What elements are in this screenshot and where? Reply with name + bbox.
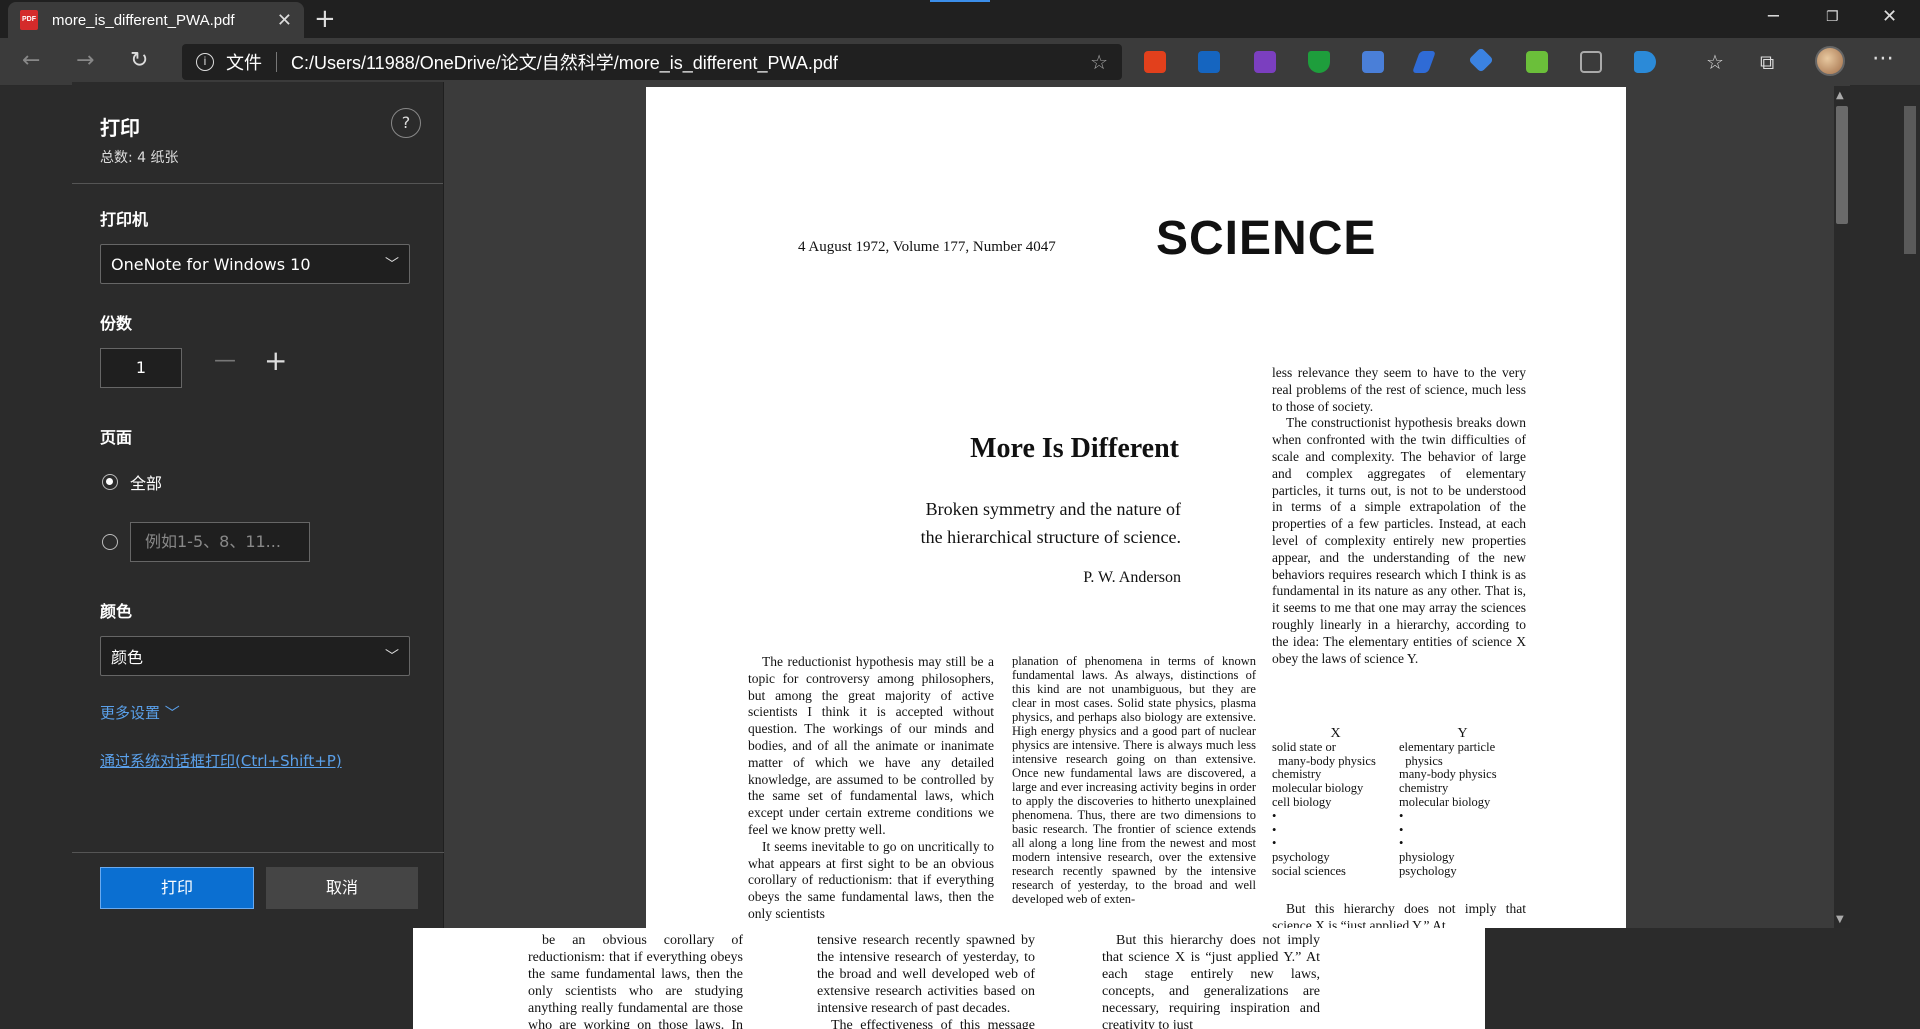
hierarchy-x-list: solid state or many-body physics chemist… bbox=[1272, 739, 1376, 878]
close-tab-icon[interactable]: ✕ bbox=[277, 10, 292, 31]
decrease-copies-button[interactable]: — bbox=[214, 348, 236, 373]
paragraph: less relevance they seem to have to the … bbox=[1272, 365, 1526, 414]
more-menu-icon[interactable]: ⋯ bbox=[1872, 46, 1896, 71]
back-icon[interactable]: ← bbox=[22, 48, 40, 73]
adblock-extension-icon[interactable] bbox=[1308, 51, 1330, 73]
forward-icon[interactable]: → bbox=[76, 48, 94, 73]
green-extension-icon[interactable] bbox=[1526, 51, 1548, 73]
printer-label: 打印机 bbox=[100, 210, 149, 229]
tab-bar: PDF more_is_different_PWA.pdf ✕ + ─ ❐ ✕ bbox=[0, 0, 1920, 38]
cancel-button[interactable]: 取消 bbox=[266, 867, 418, 909]
article-title: More Is Different bbox=[970, 433, 1179, 464]
favorite-star-icon[interactable]: ☆ bbox=[1090, 50, 1108, 75]
issue-date-line: 4 August 1972, Volume 177, Number 4047 bbox=[798, 239, 1056, 255]
tab-strip-indicator bbox=[930, 0, 990, 2]
address-separator bbox=[276, 52, 277, 72]
under-column-1: be an obvious corollary of reductionism:… bbox=[528, 933, 743, 1029]
paragraph: The reductionist hypothesis may still be… bbox=[748, 654, 994, 837]
page-range-input[interactable]: 例如1-5、8、11... bbox=[130, 522, 310, 562]
journal-masthead: SCIENCE bbox=[1156, 212, 1377, 265]
chevron-down-icon: ﹀ bbox=[164, 704, 180, 722]
minimize-icon[interactable]: ─ bbox=[1768, 6, 1779, 27]
share-extension-icon[interactable] bbox=[1468, 47, 1494, 73]
article-author: P. W. Anderson bbox=[1083, 569, 1181, 586]
article-subtitle: Broken symmetry and the nature of the hi… bbox=[781, 495, 1181, 551]
shield-extension-icon[interactable] bbox=[1198, 51, 1220, 73]
hierarchy-y-list: elementary particle physics many-body ph… bbox=[1399, 739, 1497, 878]
hierarchy-x-header: X bbox=[1330, 726, 1341, 741]
under-column-3: But this hierarchy does not imply that s… bbox=[1102, 933, 1320, 1029]
viewer-scroll-thumb[interactable] bbox=[1904, 106, 1916, 254]
preview-scroll-thumb[interactable] bbox=[1836, 106, 1848, 224]
toolbar: ← → ↻ i 文件 C:/Users/11988/OneDrive/论文/自然… bbox=[0, 38, 1920, 86]
pdf-file-icon: PDF bbox=[20, 10, 38, 30]
paragraph: planation of phenomena in terms of known… bbox=[1012, 654, 1256, 906]
hierarchy-table: X Y solid state or many-body physics che… bbox=[1272, 727, 1526, 879]
paragraph: It seems inevitable to go on uncriticall… bbox=[748, 838, 994, 921]
under-column-2: tensive research recently spawned by the… bbox=[817, 933, 1035, 1029]
print-dialog-footer: 打印 取消 bbox=[72, 852, 444, 928]
text-column-2: planation of phenomena in terms of known… bbox=[1012, 654, 1256, 906]
printer-value: OneNote for Windows 10 bbox=[111, 254, 311, 274]
subtitle-line-2: the hierarchical structure of science. bbox=[920, 527, 1181, 547]
tab-title: more_is_different_PWA.pdf bbox=[52, 11, 235, 29]
print-dialog-header: 打印 总数: 4 纸张 ? bbox=[72, 82, 443, 184]
color-select[interactable]: 颜色 ﹀ bbox=[100, 636, 410, 676]
new-tab-icon[interactable]: + bbox=[314, 4, 336, 34]
address-scheme-label: 文件 bbox=[226, 53, 262, 73]
text-column-3-continued: But this hierarchy does not imply that s… bbox=[1272, 901, 1526, 928]
office-extension-icon[interactable] bbox=[1144, 51, 1166, 73]
subtitle-line-1: Broken symmetry and the nature of bbox=[925, 499, 1181, 519]
profile-avatar[interactable] bbox=[1815, 46, 1845, 76]
sheet-count: 总数: 4 纸张 bbox=[100, 150, 179, 166]
favorites-icon[interactable]: ☆ bbox=[1706, 50, 1724, 74]
url-text[interactable]: C:/Users/11988/OneDrive/论文/自然科学/more_is_… bbox=[291, 49, 1090, 75]
hierarchy-y-header: Y bbox=[1457, 726, 1468, 741]
paragraph: The constructionist hypothesis breaks do… bbox=[1272, 415, 1526, 666]
pen-extension-icon[interactable] bbox=[1411, 51, 1437, 73]
paragraph: But this hierarchy does not imply that s… bbox=[1272, 901, 1526, 928]
color-label: 颜色 bbox=[100, 602, 133, 621]
tab-pdf[interactable]: PDF more_is_different_PWA.pdf ✕ bbox=[8, 2, 304, 38]
translate-extension-icon[interactable] bbox=[1362, 51, 1384, 73]
copies-label: 份数 bbox=[100, 314, 133, 333]
scroll-down-icon[interactable]: ▼ bbox=[1836, 914, 1844, 925]
pages-all-radio[interactable] bbox=[102, 474, 118, 490]
color-value: 颜色 bbox=[111, 648, 144, 667]
bing-icon[interactable] bbox=[1634, 51, 1656, 73]
restore-icon[interactable]: ❐ bbox=[1826, 9, 1839, 25]
info-icon[interactable]: i bbox=[196, 53, 214, 71]
copies-input[interactable]: 1 bbox=[100, 348, 182, 388]
pages-range-radio[interactable] bbox=[102, 534, 118, 550]
help-icon[interactable]: ? bbox=[391, 108, 421, 138]
print-title: 打印 bbox=[100, 116, 140, 140]
chevron-down-icon: ﹀ bbox=[385, 649, 399, 665]
underlying-pdf-page: be an obvious corollary of reductionism:… bbox=[413, 928, 1485, 1029]
scroll-up-icon[interactable]: ▲ bbox=[1836, 90, 1844, 101]
print-preview-page: 4 August 1972, Volume 177, Number 4047 S… bbox=[646, 87, 1626, 928]
more-settings-link[interactable]: 更多设置 ﹀ bbox=[100, 702, 180, 723]
window-close-icon[interactable]: ✕ bbox=[1882, 6, 1897, 27]
collections-icon[interactable]: ⧉ bbox=[1760, 50, 1774, 74]
print-button[interactable]: 打印 bbox=[100, 867, 254, 909]
print-dialog: 打印 总数: 4 纸张 ? 打印机 OneNote for Windows 10… bbox=[72, 82, 444, 928]
reading-glasses-icon[interactable] bbox=[1580, 51, 1602, 73]
refresh-icon[interactable]: ↻ bbox=[130, 48, 148, 73]
text-column-3: less relevance they seem to have to the … bbox=[1272, 365, 1526, 667]
chevron-down-icon: ﹀ bbox=[385, 257, 399, 273]
increase-copies-button[interactable]: + bbox=[264, 344, 287, 377]
system-dialog-link[interactable]: 通过系统对话框打印(Ctrl+Shift+P) bbox=[100, 750, 342, 771]
pages-all-label: 全部 bbox=[130, 474, 163, 493]
printer-select[interactable]: OneNote for Windows 10 ﹀ bbox=[100, 244, 410, 284]
address-bar[interactable]: i 文件 C:/Users/11988/OneDrive/论文/自然科学/mor… bbox=[182, 44, 1122, 80]
onenote-extension-icon[interactable] bbox=[1254, 51, 1276, 73]
pages-label: 页面 bbox=[100, 428, 133, 447]
text-column-1: The reductionist hypothesis may still be… bbox=[748, 654, 994, 923]
